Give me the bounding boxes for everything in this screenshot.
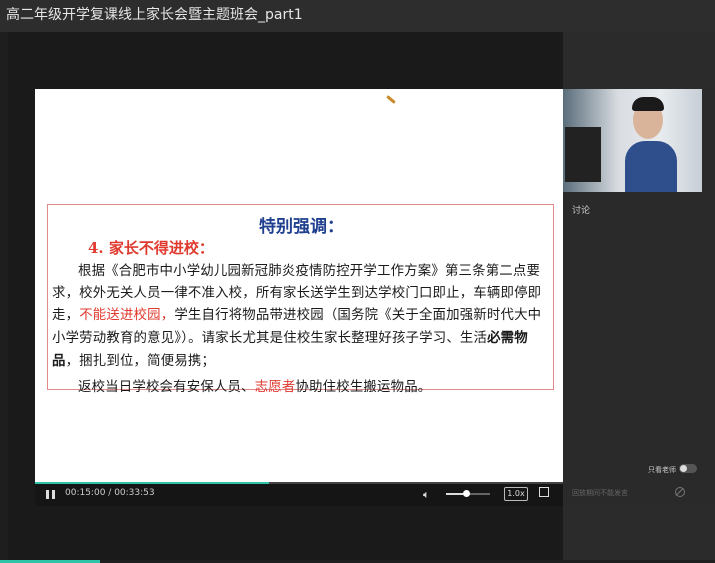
volume-knob[interactable]	[462, 490, 470, 497]
left-strip	[0, 32, 8, 563]
volume-slider[interactable]	[446, 490, 490, 497]
slide-paragraph-2: 返校当日学校会有安保人员、志愿者协助住校生搬运物品。	[52, 377, 550, 399]
para2-text-a: 返校当日学校会有安保人员、	[78, 380, 255, 395]
para2-text-b: 协助住校生搬运物品。	[295, 380, 432, 395]
volume-icon[interactable]: 🔈︎	[423, 488, 430, 502]
time-separator: /	[105, 488, 115, 498]
teacher-only-label: 只看老师	[648, 466, 676, 474]
progress-bar[interactable]	[35, 482, 563, 484]
teacher-webcam	[563, 89, 702, 192]
toggle-knob	[680, 465, 687, 472]
discussion-tab[interactable]: 讨论	[572, 203, 590, 216]
comment-placeholder: 回放期间不能发言	[572, 489, 628, 497]
under-player-area	[8, 506, 563, 563]
webcam-monitor	[565, 127, 601, 182]
title-bar: 高二年级开学复课线上家长会暨主题班会_part1	[0, 0, 715, 32]
slide-title: 特别强调：	[259, 217, 344, 237]
pause-button[interactable]	[45, 488, 57, 500]
webcam-person-body	[625, 141, 677, 192]
player-controls: 00:15:00 / 00:33:53 🔈︎ 1.0x	[35, 482, 563, 506]
pause-icon-bar	[52, 490, 55, 499]
slide-subtitle: 4. 家长不得进校：	[88, 239, 214, 257]
current-time: 00:15:00	[65, 488, 106, 498]
comment-input: 回放期间不能发言	[565, 484, 699, 502]
window-title: 高二年级开学复课线上家长会暨主题班会_part1	[6, 7, 303, 23]
progress-fill	[35, 482, 269, 484]
para1-text-c: ，捆扎到位，简便易携；	[65, 354, 216, 369]
teacher-only-toggle[interactable]	[679, 464, 697, 473]
webcam-person-hair	[632, 97, 664, 111]
total-time: 00:33:53	[114, 488, 155, 498]
slide-body: 根据《合肥市中小学幼儿园新冠肺炎疫情防控开学工作方案》第三条第二点要求，校外无关…	[52, 261, 550, 399]
time-display: 00:15:00 / 00:33:53	[65, 488, 155, 498]
para2-red-text: 志愿者	[254, 380, 296, 395]
notice-box: 特别强调： 4. 家长不得进校： 根据《合肥市中小学幼儿园新冠肺炎疫情防控开学工…	[47, 204, 554, 395]
slide-paragraph-1: 根据《合肥市中小学幼儿园新冠肺炎疫情防控开学工作方案》第三条第二点要求，校外无关…	[52, 261, 550, 373]
para1-red-text: 不能送进校园，	[79, 308, 175, 323]
ban-icon	[675, 487, 685, 497]
speed-button[interactable]: 1.0x	[504, 487, 528, 501]
pause-icon	[46, 490, 49, 499]
fullscreen-icon[interactable]	[539, 487, 549, 497]
